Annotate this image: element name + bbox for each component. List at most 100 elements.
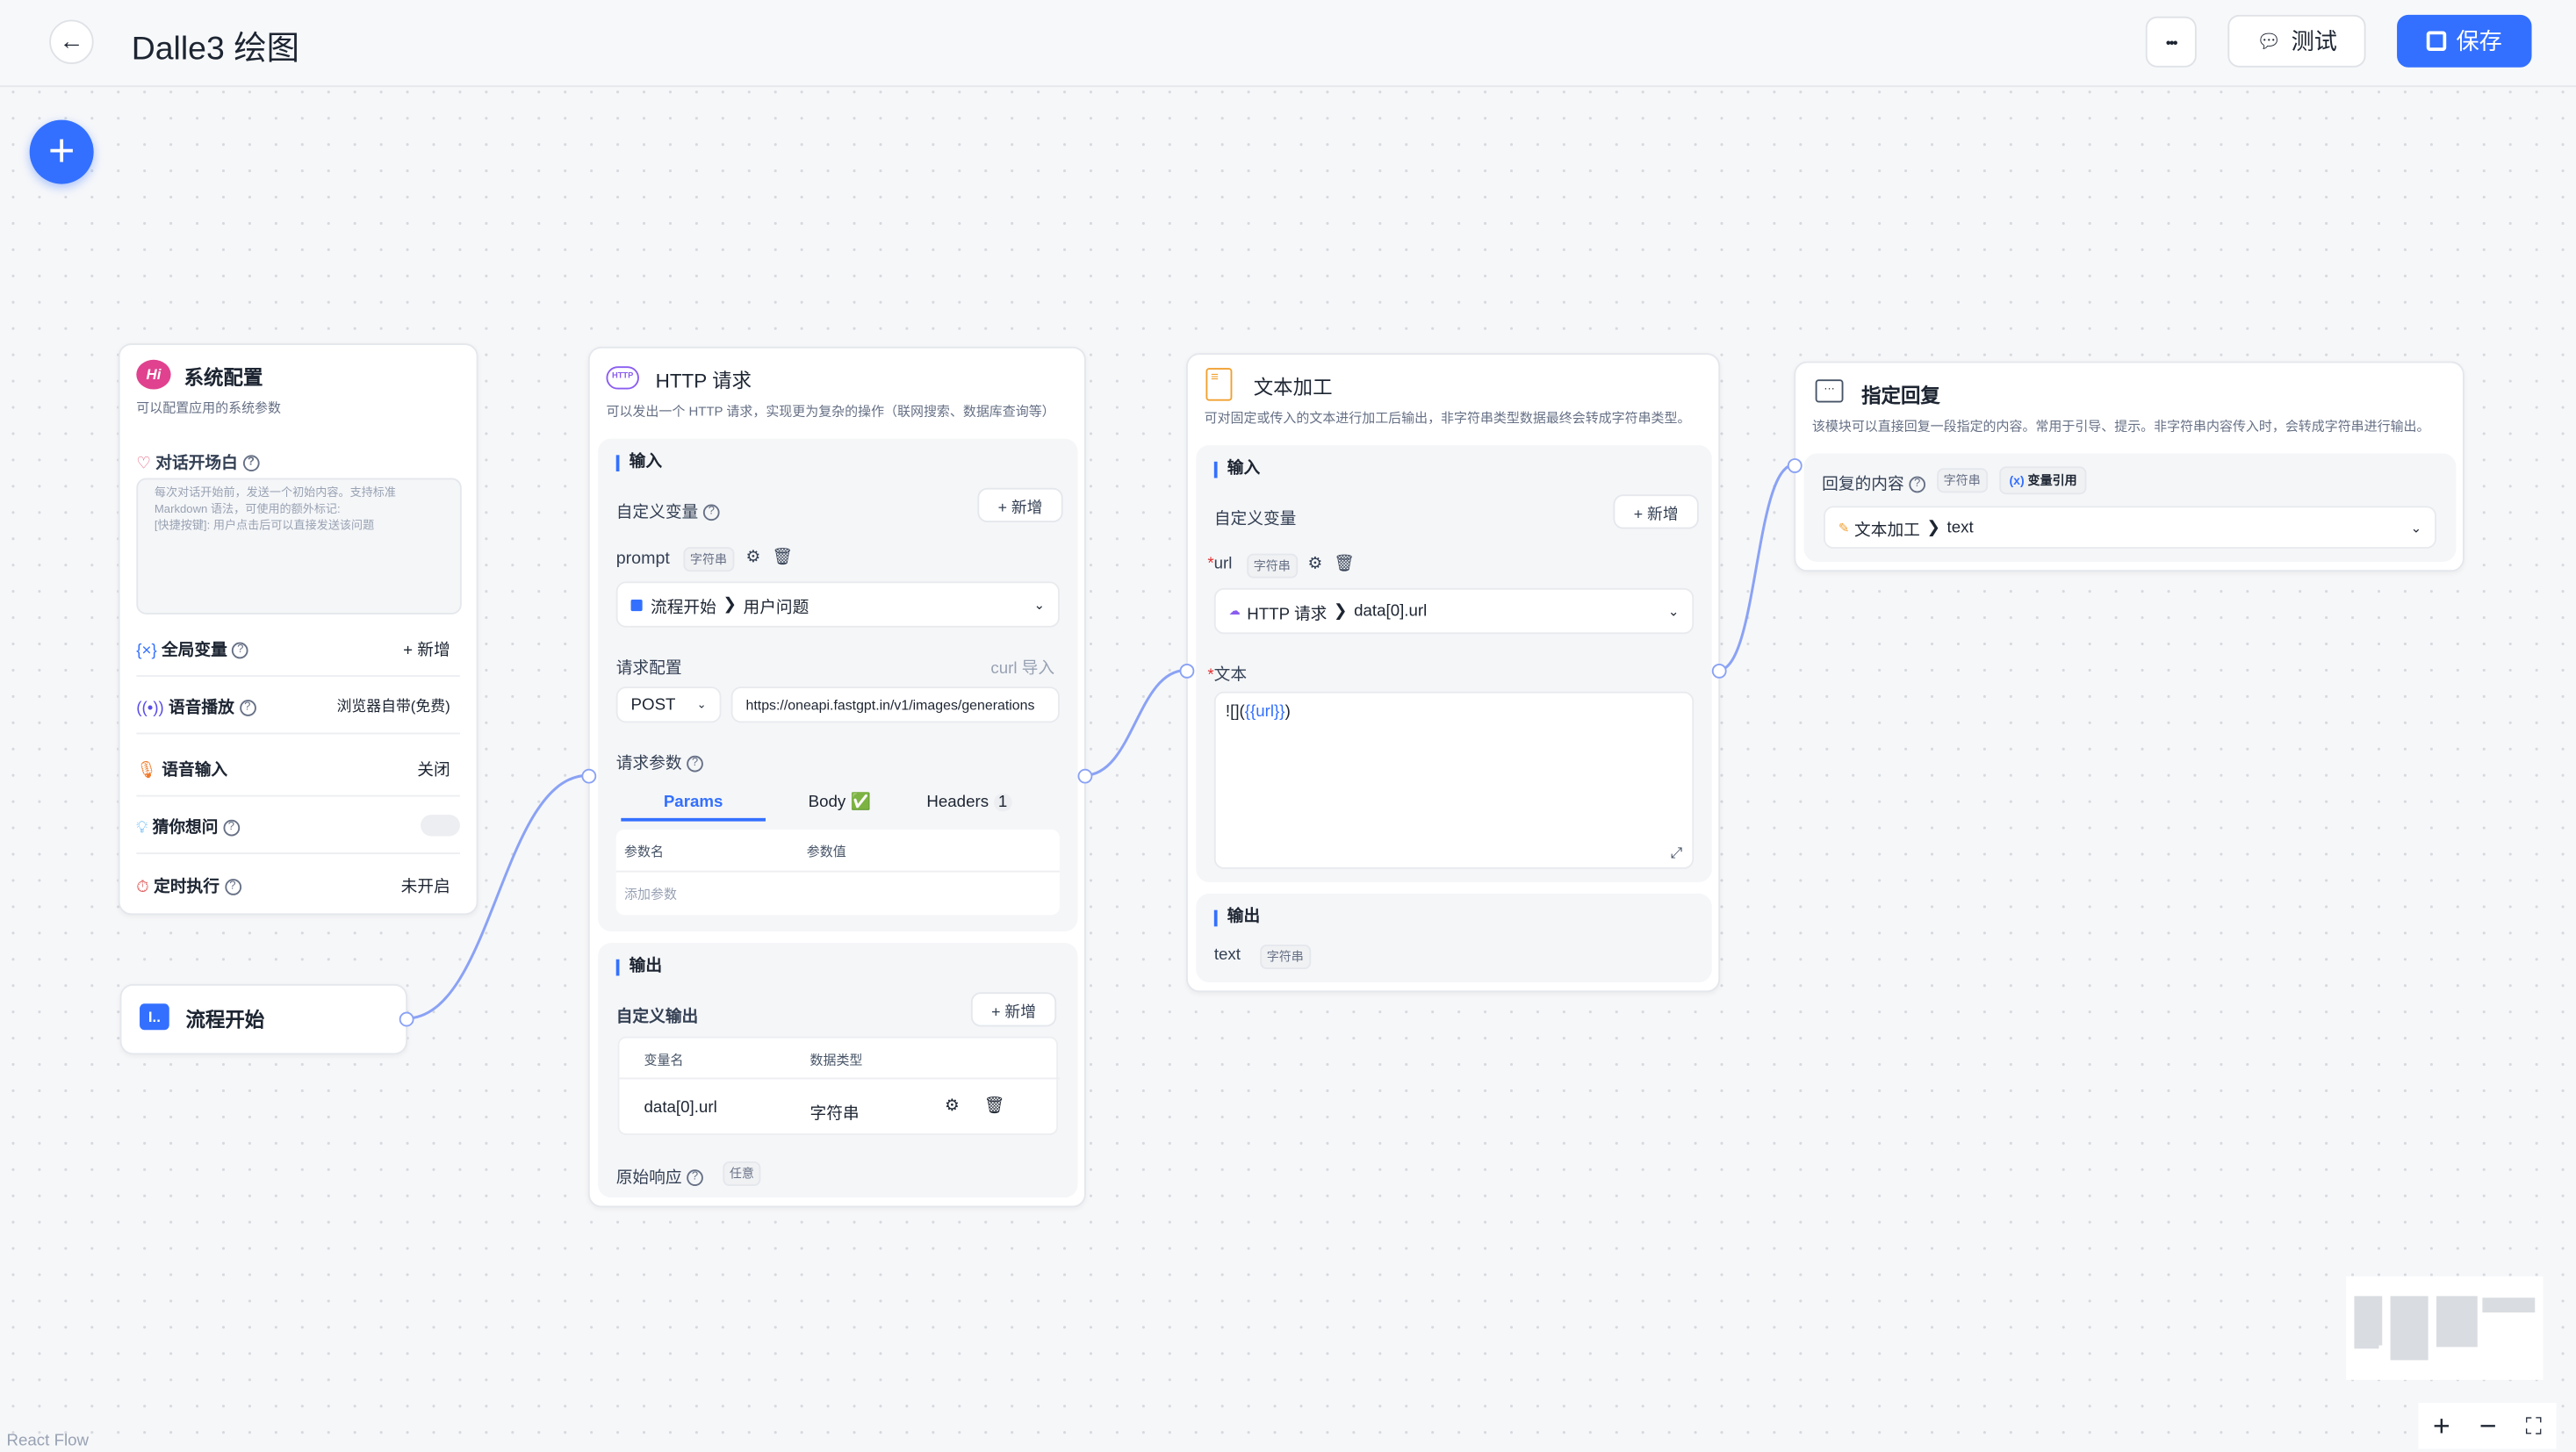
node-specified-reply[interactable]: … 指定回复 该模块可以直接回复一段指定的内容。常用于引导、提示。非字符串内容传… [1794, 361, 2464, 572]
chevron-down-icon: ⌄ [696, 700, 707, 712]
variable-name: url [1213, 555, 1233, 574]
workflow-editor: ← Dalle3 绘图 ••• 💬︎ 测试 保存 + Hi 系统配置 可以配置应用… [0, 0, 2576, 1452]
url-input[interactable]: https://oneapi.fastgpt.in/v1/images/gene… [730, 686, 1060, 723]
page-title: Dalle3 绘图 [131, 31, 300, 68]
voice-input-row[interactable]: 🎙︎ 语音输入 关闭 [136, 741, 460, 797]
variable-icon: {×} [136, 642, 157, 661]
column-header: 数据类型 [809, 1053, 863, 1068]
node-system-config[interactable]: Hi 系统配置 可以配置应用的系统参数 ♡ 对话开场白? 每次对话开始前，发送一… [118, 343, 479, 916]
variable-reference-toggle[interactable]: (x) 变量引用 [1999, 466, 2087, 495]
minimap[interactable] [2346, 1276, 2544, 1380]
help-icon: ? [232, 643, 249, 660]
variable-source-select[interactable]: ☁ HTTP 请求 ❯ data[0].url ⌄ [1213, 587, 1695, 635]
tab-body[interactable]: Body ✅ [790, 785, 889, 821]
text-template-editor[interactable]: ![]({{url}}) ⤢ [1213, 691, 1695, 869]
text-edit-input-handle[interactable] [1179, 663, 1195, 679]
global-variables-row: {×} 全局变量? + 新增 [136, 621, 460, 677]
text-edit-output-handle[interactable] [1711, 663, 1727, 679]
node-title: 指定回复 [1861, 384, 1940, 408]
method-select[interactable]: POST ⌄ [615, 686, 722, 723]
settings-icon[interactable]: ⚙ [746, 549, 761, 567]
add-output-button[interactable]: + 新增 [970, 992, 1057, 1027]
custom-variable-label: 自定义变量 [1213, 510, 1297, 529]
welcome-textarea[interactable]: 每次对话开始前，发送一个初始内容。支持标准 Markdown 语法，可使用的额外… [136, 478, 462, 615]
settings-icon[interactable]: ⚙ [1307, 555, 1322, 573]
node-title: 文本加工 [1253, 376, 1333, 399]
help-icon: ? [687, 1169, 703, 1187]
http-input-section: 输入 自定义变量? + 新增 prompt 字符串 ⚙ 🗑︎ 流程开始 ❯ 用户问题… [598, 438, 1078, 931]
minimap-node [2354, 1341, 2379, 1349]
variable-source-select[interactable]: 流程开始 ❯ 用户问题 ⌄ [615, 581, 1060, 628]
help-icon: ? [687, 756, 703, 773]
custom-variable-label: 自定义变量? [616, 498, 720, 522]
http-input-handle[interactable] [581, 768, 597, 784]
zoom-out-button[interactable]: − [2479, 1409, 2497, 1443]
settings-icon[interactable]: ⚙ [945, 1097, 960, 1116]
zoom-in-button[interactable]: + [2433, 1409, 2450, 1443]
chat-bubble-icon: … [1815, 379, 1844, 403]
microphone-icon: 🎙︎ [136, 762, 158, 780]
scheduled-run-row[interactable]: ⏱︎ 定时执行? 未开启 [136, 856, 460, 912]
delete-icon[interactable]: 🗑︎ [772, 549, 793, 567]
help-icon: ? [1909, 477, 1926, 494]
help-icon: ? [242, 455, 260, 472]
react-flow-attribution[interactable]: React Flow [6, 1433, 89, 1451]
section-header: 输入 [1213, 461, 1260, 478]
tab-headers[interactable]: Headers 1 [926, 785, 1041, 821]
delete-icon[interactable]: 🗑︎ [1334, 555, 1355, 573]
fit-view-button[interactable]: ⛶ [2526, 1412, 2542, 1440]
node-description: 可以配置应用的系统参数 [136, 400, 281, 416]
node-description: 可以发出一个 HTTP 请求，实现更为复杂的操作（联网搜索、数据库查询等） [606, 404, 1055, 420]
reply-content-label: 回复的内容? [1822, 470, 1926, 494]
add-node-button[interactable]: + [29, 119, 94, 184]
http-output-section: 输出 自定义输出 + 新增 变量名 数据类型 data[0].url 字符串 ⚙… [598, 943, 1078, 1198]
tts-row[interactable]: ((•)) 语音播放? 浏览器自带(免费) [136, 679, 460, 735]
save-icon [2426, 31, 2447, 52]
help-icon: ? [223, 820, 240, 837]
flow-start-icon: I.. [140, 1003, 169, 1031]
minimap-node [2354, 1296, 2383, 1346]
question-guide-toggle[interactable] [421, 815, 460, 837]
question-guide-row: 💡︎ 猜你想问? [136, 798, 460, 855]
tab-params[interactable]: Params [621, 785, 766, 822]
add-param-input[interactable]: 添加参数 [624, 886, 677, 904]
delete-icon[interactable]: 🗑︎ [984, 1097, 1005, 1116]
reply-input-handle[interactable] [1787, 458, 1802, 473]
add-variable-button[interactable]: + 新增 [403, 636, 450, 661]
node-text-edit[interactable]: ≡ 文本加工 可对固定或传入的文本进行加工后输出，非字符串类型数据最终会转成字符… [1186, 353, 1721, 993]
reply-input-section: 回复的内容? 字符串 (x) 变量引用 ✎ 文本加工 ❯ text ⌄ [1803, 453, 2457, 562]
column-header: 变量名 [644, 1053, 684, 1068]
curl-import-button[interactable]: curl 导入 [990, 654, 1054, 679]
variable-icon: (x) [2009, 472, 2025, 488]
http-output-handle[interactable] [1077, 768, 1093, 784]
text-label: 文本 [1213, 666, 1248, 686]
output-table: 变量名 数据类型 data[0].url 字符串 ⚙ 🗑︎ [617, 1036, 1060, 1135]
type-badge: 字符串 [683, 547, 734, 572]
node-title: 流程开始 [185, 1008, 265, 1032]
test-button[interactable]: 💬︎ 测试 [2227, 14, 2366, 68]
edge-http-to-text[interactable] [1083, 668, 1187, 777]
expand-icon[interactable]: ⤢ [1671, 845, 1682, 863]
column-header: 参数值 [806, 844, 846, 859]
more-button[interactable]: ••• [2145, 16, 2197, 68]
node-flow-start[interactable]: I.. 流程开始 [119, 983, 408, 1055]
reply-source-select[interactable]: ✎ 文本加工 ❯ text ⌄ [1824, 506, 2436, 549]
output-name: data[0].url [644, 1098, 717, 1118]
plus-icon: + [47, 125, 76, 176]
help-icon: ? [224, 878, 241, 895]
arrow-left-icon: ← [59, 27, 84, 56]
custom-output-label: 自定义输出 [615, 1008, 699, 1027]
back-button[interactable]: ← [49, 19, 94, 64]
node-http-request[interactable]: HTTP HTTP 请求 可以发出一个 HTTP 请求，实现更为复杂的操作（联网… [587, 346, 1086, 1208]
required-mark: * [1207, 666, 1214, 686]
section-header: 输出 [1213, 909, 1260, 927]
welcome-label: ♡ 对话开场白? [136, 449, 260, 473]
add-variable-button[interactable]: + 新增 [977, 487, 1063, 523]
column-header: 参数名 [624, 844, 664, 859]
save-button[interactable]: 保存 [2397, 14, 2532, 68]
flow-start-output-handle[interactable] [399, 1011, 414, 1027]
variable-token: {{url}} [1244, 702, 1285, 722]
edge-text-to-reply[interactable] [1717, 464, 1795, 672]
section-header: 输出 [615, 959, 662, 976]
add-variable-button[interactable]: + 新增 [1613, 494, 1699, 529]
